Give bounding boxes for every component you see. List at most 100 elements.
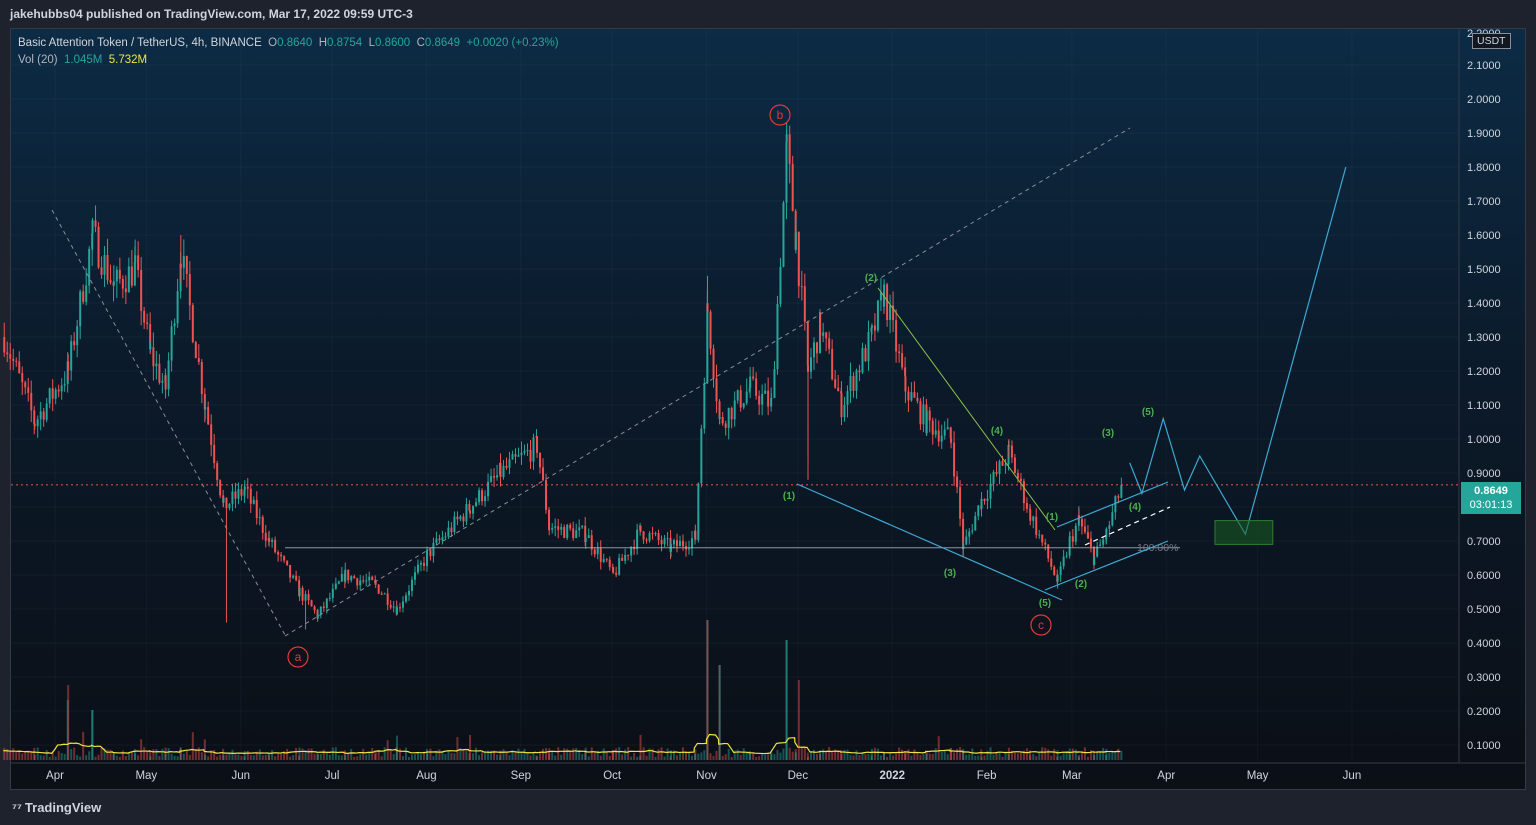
volume-bar [63,753,66,760]
price-tick-label: 0.5000 [1467,604,1501,616]
volume-bar [709,753,712,760]
candle-body [9,354,12,359]
volume-bar [959,747,962,760]
candle-body [730,407,733,420]
volume-bar [1099,751,1102,760]
time-tick-label: May [135,770,157,782]
volume-bar [675,755,678,760]
candle-body [831,348,834,380]
symbol-name[interactable]: Basic Attention Token / TetherUS, 4h, BI… [18,37,262,49]
volume-bar [475,747,478,760]
volume-bar [791,751,794,760]
candle-body [940,435,943,442]
volume-bar [12,748,15,760]
volume-bar [825,751,828,760]
candle-body [45,403,48,420]
candle-body [407,590,410,596]
volume-bar [855,750,858,760]
candle-body [508,459,511,468]
candle-body [749,376,752,389]
candle-body [82,291,85,302]
candle-body [1068,536,1071,538]
candle-body [76,326,79,346]
price-tick-label: 0.2000 [1467,706,1501,718]
candle-body [1093,556,1096,565]
candle-body [127,266,130,293]
volume-bar [1083,747,1086,760]
candle-body [39,411,42,420]
candle-body [700,428,703,484]
volume-bar [645,755,648,760]
volume-bar [207,756,210,760]
volume-bar [277,753,280,760]
candle-body [505,465,508,468]
time-tick-label: Apr [1157,770,1175,782]
volume-bar [334,747,337,760]
volume-bar [88,751,91,760]
tradingview-logo[interactable]: ⁷⁷ TradingView [12,800,101,815]
volume-bar [1068,748,1071,760]
candle-body [1117,496,1120,498]
volume-bar [350,748,353,760]
candle-body [904,376,907,392]
volume-bar [913,749,916,760]
candle-body [134,255,137,263]
volume-bar [815,754,818,760]
volume-bar [410,754,413,760]
volume-label[interactable]: Vol (20) [18,54,58,66]
candle-body [33,423,36,427]
candle-body [806,365,809,372]
currency-badge[interactable]: USDT [1472,33,1511,49]
volume-bar [1120,750,1123,760]
candle-body [261,517,264,533]
h-label: H [318,37,327,49]
candle-body [398,607,401,609]
volume-bar [608,755,611,760]
candle-body [33,410,36,424]
candle-body [88,248,91,286]
candle-body [812,342,815,358]
volume-bar [764,754,767,760]
candle-body [85,285,88,302]
candle-body [690,538,693,549]
candle-body [100,267,103,275]
volume-bar [1007,747,1010,760]
volume-value: 1.045M [64,54,103,66]
candle-body [499,462,502,478]
candle-body [395,607,398,615]
candle-body [727,407,730,428]
volume-bar [143,747,146,760]
volume-bar [977,755,980,760]
candle-body [901,353,904,368]
price-chart[interactable]: 100.00% a b c (1) (2) (3) (4) (5) (1) (2) (3) (4) (5)… [0,0,1536,825]
candle-body [968,531,971,537]
candle-body [149,347,152,350]
volume-bar [1050,755,1053,760]
candle-body [359,580,362,586]
volume-bar [380,756,383,760]
candle-body [788,134,791,164]
candle-body [642,531,645,540]
volume-bar [523,748,526,760]
volume-bar [642,747,645,760]
volume-bar [983,755,986,760]
target-zone-box [1214,520,1274,545]
volume-bar [356,756,359,760]
volume-bar [861,753,864,760]
volume-bar [517,748,520,760]
candle-body [1074,525,1077,542]
candle-body [1102,539,1105,545]
volume-bar [536,756,539,760]
volume-bar [1016,753,1019,760]
candle-body [121,278,124,289]
volume-bar [621,754,624,760]
volume-bar [161,748,164,760]
candle-body [1025,503,1028,509]
candle-body [225,497,228,509]
volume-bar [943,749,946,760]
volume-bar [1117,748,1120,760]
candle-body [459,516,462,520]
candle-body [289,565,292,578]
candle-body [651,533,654,535]
candle-body [194,342,197,359]
